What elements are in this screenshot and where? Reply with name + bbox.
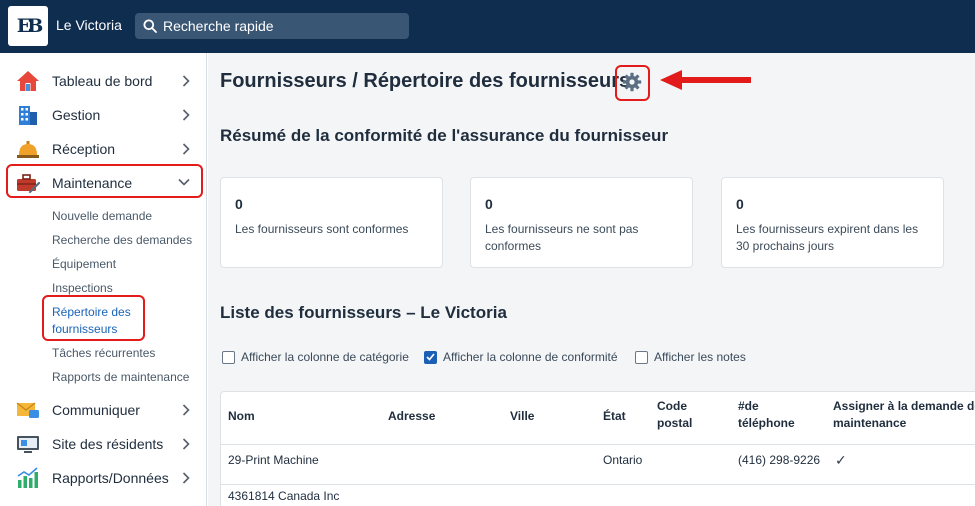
logo-mark: EB xyxy=(16,15,43,37)
chevron-right-icon xyxy=(182,143,190,155)
checkbox-box[interactable] xyxy=(222,350,235,364)
card-value: 0 xyxy=(485,196,493,212)
checkbox-label: Afficher les notes xyxy=(654,350,746,364)
column-header-postal-code[interactable]: Code postal xyxy=(657,398,702,432)
cell-phone: (416) 298-9226 xyxy=(738,453,821,467)
quick-search[interactable] xyxy=(135,13,409,39)
chevron-down-icon xyxy=(178,178,190,186)
page-title: Fournisseurs / Répertoire des fournisseu… xyxy=(220,70,631,92)
show-compliance-column-checkbox[interactable]: Afficher la colonne de conformité xyxy=(424,350,618,364)
sidebar-item-dashboard[interactable]: Tableau de bord xyxy=(8,66,202,96)
cell-name[interactable]: 4361814 Canada Inc xyxy=(228,489,339,503)
sidebar-sub-maintenance-reports[interactable]: Rapports de maintenance xyxy=(52,370,189,384)
sidebar-sub-recurring-tasks[interactable]: Tâches récurrentes xyxy=(52,346,155,360)
chevron-right-icon xyxy=(182,438,190,450)
building-icon xyxy=(16,104,40,126)
expiring-card[interactable]: 0 Les fournisseurs expirent dans les 30 … xyxy=(721,177,944,268)
sidebar-item-label: Communiquer xyxy=(52,402,140,418)
card-value: 0 xyxy=(736,196,744,212)
supplier-list-title: Liste des fournisseurs – Le Victoria xyxy=(220,303,507,322)
settings-button[interactable] xyxy=(615,65,649,99)
search-icon xyxy=(143,19,157,33)
sidebar-item-label: Site des résidents xyxy=(52,436,164,452)
main-content: Fournisseurs / Répertoire des fournisseu… xyxy=(208,53,975,506)
arrow-left-icon xyxy=(660,70,751,90)
sidebar-sub-equipment[interactable]: Équipement xyxy=(52,257,116,271)
column-header-address[interactable]: Adresse xyxy=(388,408,435,425)
envelope-icon xyxy=(16,399,40,421)
chevron-right-icon xyxy=(182,109,190,121)
bar-chart-icon xyxy=(16,467,40,489)
non-compliant-card[interactable]: 0 Les fournisseurs ne sont pas conformes xyxy=(470,177,693,268)
card-label: Les fournisseurs sont conformes xyxy=(235,222,409,236)
house-icon xyxy=(16,70,40,92)
sidebar-item-label: Rapports/Données xyxy=(52,470,169,486)
column-header-name[interactable]: Nom xyxy=(228,408,255,425)
chevron-right-icon xyxy=(182,404,190,416)
show-notes-checkbox[interactable]: Afficher les notes xyxy=(635,350,746,364)
card-label: Les fournisseurs ne sont pas conformes xyxy=(485,222,639,253)
checkbox-box[interactable] xyxy=(424,350,437,364)
monitor-icon xyxy=(16,433,40,455)
sidebar-item-label: Maintenance xyxy=(52,175,133,191)
sidebar-item-label: Réception xyxy=(52,141,116,157)
sidebar-item-reception[interactable]: Réception xyxy=(8,134,202,164)
column-header-assign[interactable]: Assigner à la demande de maintenance xyxy=(833,398,975,432)
app-logo[interactable]: EB xyxy=(8,6,48,46)
checkbox-box[interactable] xyxy=(635,350,648,364)
sidebar-item-label: Gestion xyxy=(52,107,101,123)
sidebar-item-maintenance[interactable]: Maintenance xyxy=(8,168,202,198)
chevron-right-icon xyxy=(182,472,190,484)
top-bar: EB Le Victoria xyxy=(0,0,975,53)
card-value: 0 xyxy=(235,196,243,212)
app-name[interactable]: Le Victoria xyxy=(56,17,122,33)
sidebar-sub-supplier-directory[interactable]: Répertoire des fournisseurs xyxy=(52,304,144,338)
gear-icon xyxy=(622,72,642,92)
sidebar-sub-inspections[interactable]: Inspections xyxy=(52,281,113,295)
sidebar-item-communicate[interactable]: Communiquer xyxy=(8,395,202,425)
sidebar-item-management[interactable]: Gestion xyxy=(8,100,202,130)
row-divider xyxy=(221,484,975,485)
show-category-column-checkbox[interactable]: Afficher la colonne de catégorie xyxy=(222,350,409,364)
cell-state: Ontario xyxy=(603,453,643,467)
supplier-table: Nom Adresse Ville État Code postal #de t… xyxy=(220,391,975,506)
sidebar-item-resident-site[interactable]: Site des résidents xyxy=(8,429,202,459)
sidebar-item-label: Tableau de bord xyxy=(52,73,153,89)
search-input[interactable] xyxy=(163,18,403,34)
cell-name[interactable]: 29-Print Machine xyxy=(228,453,319,467)
checkbox-label: Afficher la colonne de conformité xyxy=(443,350,618,364)
cell-assign-check: ✓ xyxy=(835,452,847,468)
sidebar-sub-request-search[interactable]: Recherche des demandes xyxy=(52,233,192,247)
checkbox-label: Afficher la colonne de catégorie xyxy=(241,350,409,364)
column-header-state[interactable]: État xyxy=(603,408,626,425)
sidebar-item-reports-data[interactable]: Rapports/Données xyxy=(8,463,202,493)
compliant-card[interactable]: 0 Les fournisseurs sont conformes xyxy=(220,177,443,268)
sidebar: Tableau de bord Gestion Réception Mainte… xyxy=(0,53,207,506)
sidebar-sub-new-request[interactable]: Nouvelle demande xyxy=(52,209,152,223)
compliance-summary-title: Résumé de la conformité de l'assurance d… xyxy=(220,126,669,145)
header-divider xyxy=(221,444,975,445)
toolbox-icon xyxy=(16,172,40,194)
column-header-city[interactable]: Ville xyxy=(510,408,534,425)
bell-icon xyxy=(16,138,40,160)
column-header-phone[interactable]: #de téléphone xyxy=(738,398,800,432)
check-icon xyxy=(426,353,435,361)
chevron-right-icon xyxy=(182,75,190,87)
card-label: Les fournisseurs expirent dans les 30 pr… xyxy=(736,222,919,253)
